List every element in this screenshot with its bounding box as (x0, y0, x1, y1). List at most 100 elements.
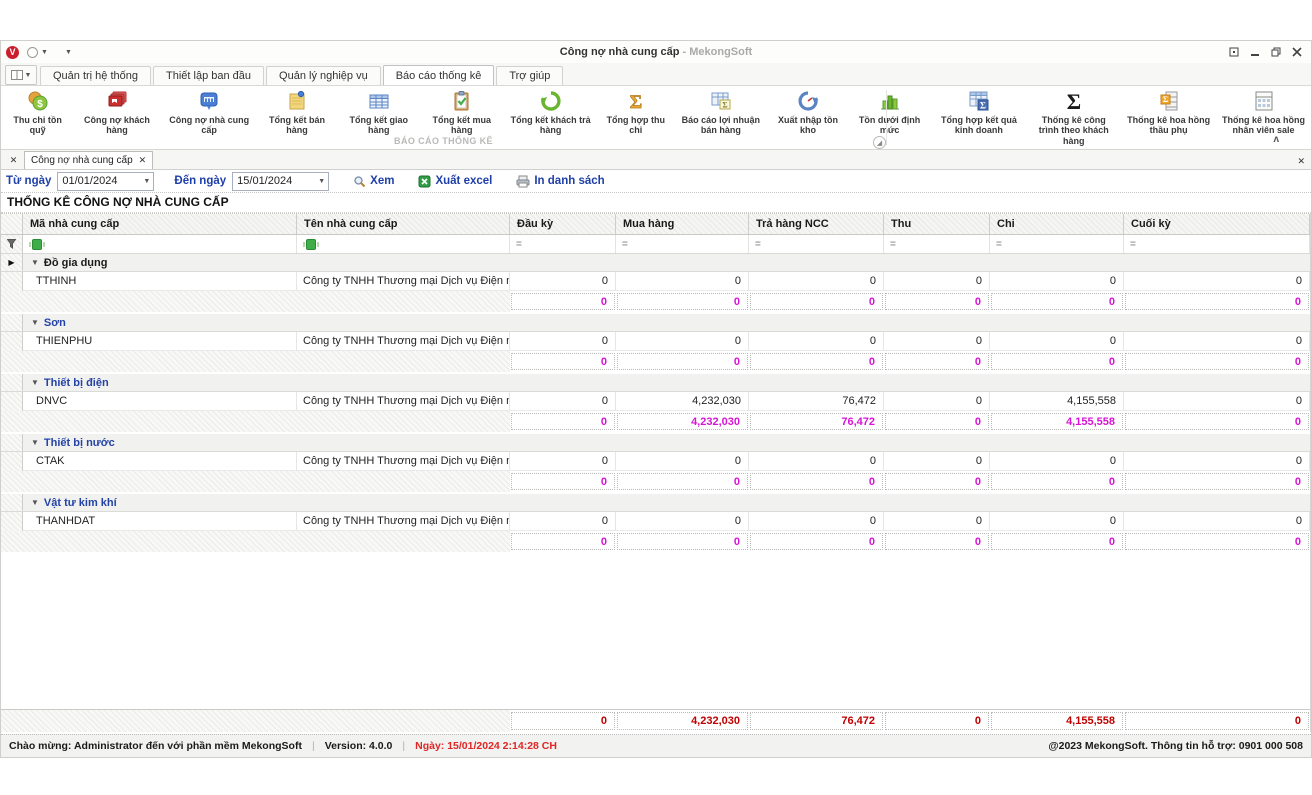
value-cell-0[interactable]: 0 (510, 452, 616, 471)
ribbon-item-2[interactable]: Công nợ nhà cung cấp (162, 86, 257, 136)
group-header-cell[interactable]: ▼Thiết bị điện (23, 374, 1310, 391)
tab-close-icon[interactable]: ✕ (139, 155, 147, 166)
document-tab-active[interactable]: Công nợ nhà cung cấp ✕ (24, 151, 153, 169)
ribbon-item-13[interactable]: ΣThống kê hoa hồng thầu phụ (1121, 86, 1216, 136)
supplier-name-cell[interactable]: Công ty TNHH Thương mại Dịch vụ Điện nướ… (297, 452, 510, 471)
value-cell-0[interactable]: 0 (510, 512, 616, 531)
value-cell-5[interactable]: 0 (1124, 392, 1310, 411)
to-date-input[interactable] (233, 175, 315, 187)
fullscreen-button[interactable] (1228, 46, 1240, 58)
filter-cell-7[interactable]: = (1124, 235, 1310, 253)
export-excel-button[interactable]: Xuất excel (418, 175, 492, 188)
value-cell-2[interactable]: 0 (749, 452, 884, 471)
group-header-row[interactable]: ▼Vật tư kim khí (1, 494, 1310, 512)
value-cell-5[interactable]: 0 (1124, 332, 1310, 351)
collapse-triangle-icon[interactable]: ▼ (31, 438, 39, 447)
group-header-row[interactable]: ▶▼Đồ gia dụng (1, 254, 1310, 272)
ribbon-item-3[interactable]: Tổng kết bán hàng (257, 86, 338, 136)
supplier-data-row[interactable]: THANHDATCông ty TNHH Thương mại Dịch vụ … (1, 512, 1310, 531)
value-cell-3[interactable]: 0 (884, 392, 990, 411)
supplier-data-row[interactable]: TTHINHCông ty TNHH Thương mại Dịch vụ Đi… (1, 272, 1310, 291)
ribbon-item-9[interactable]: Xuất nhập tồn kho (768, 86, 847, 136)
value-cell-4[interactable]: 0 (990, 332, 1124, 351)
value-cell-1[interactable]: 0 (616, 452, 749, 471)
ribbon-tab-4[interactable]: Trợ giúp (496, 66, 563, 85)
group-header-cell[interactable]: ▼Đồ gia dụng (23, 254, 1310, 271)
supplier-code-cell[interactable]: THANHDAT (23, 512, 297, 531)
group-header-row[interactable]: ▼Thiết bị điện (1, 374, 1310, 392)
quick-access-circle-icon[interactable] (27, 47, 38, 58)
ribbon-tab-3[interactable]: Báo cáo thống kê (383, 65, 495, 85)
collapse-triangle-icon[interactable]: ▼ (31, 318, 39, 327)
value-cell-3[interactable]: 0 (884, 272, 990, 291)
filter-cell-1[interactable] (297, 235, 510, 253)
supplier-code-cell[interactable]: THIENPHU (23, 332, 297, 351)
supplier-name-cell[interactable]: Công ty TNHH Thương mại Dịch vụ Điện nướ… (297, 272, 510, 291)
value-cell-5[interactable]: 0 (1124, 452, 1310, 471)
value-cell-2[interactable]: 0 (749, 512, 884, 531)
collapse-triangle-icon[interactable]: ▼ (31, 258, 39, 267)
group-header-cell[interactable]: ▼Vật tư kim khí (23, 494, 1310, 511)
value-cell-1[interactable]: 0 (616, 272, 749, 291)
group-header-cell[interactable]: ▼Thiết bị nước (23, 434, 1310, 451)
from-date-dropdown-icon[interactable]: ▼ (140, 178, 153, 185)
filter-cell-2[interactable]: = (510, 235, 616, 253)
filter-cell-6[interactable]: = (990, 235, 1124, 253)
value-cell-2[interactable]: 0 (749, 272, 884, 291)
column-header-3[interactable]: Mua hàng (616, 214, 749, 234)
quick-access-toolbar[interactable]: ▼ ▼ (27, 47, 72, 58)
value-cell-5[interactable]: 0 (1124, 512, 1310, 531)
group-header-cell[interactable]: ▼Sơn (23, 314, 1310, 331)
collapse-triangle-icon[interactable]: ▼ (31, 498, 39, 507)
print-button[interactable]: In danh sách (516, 175, 604, 188)
value-cell-2[interactable]: 0 (749, 332, 884, 351)
column-header-4[interactable]: Trả hàng NCC (749, 214, 884, 234)
collapse-triangle-icon[interactable]: ▼ (31, 378, 39, 387)
supplier-data-row[interactable]: CTAKCông ty TNHH Thương mại Dịch vụ Điện… (1, 452, 1310, 471)
value-cell-1[interactable]: 4,232,030 (616, 392, 749, 411)
column-header-7[interactable]: Cuối kỳ (1124, 214, 1310, 234)
supplier-code-cell[interactable]: CTAK (23, 452, 297, 471)
column-header-6[interactable]: Chi (990, 214, 1124, 234)
value-cell-4[interactable]: 0 (990, 452, 1124, 471)
supplier-code-cell[interactable]: TTHINH (23, 272, 297, 291)
from-date-input[interactable] (58, 175, 140, 187)
filter-cell-0[interactable] (23, 235, 297, 253)
to-date-picker[interactable]: ▼ (232, 172, 329, 191)
filter-cell-5[interactable]: = (884, 235, 990, 253)
filter-cell-3[interactable]: = (616, 235, 749, 253)
group-launcher-icon[interactable]: ◢ (873, 136, 886, 149)
ribbon-tab-0[interactable]: Quản trị hệ thống (40, 66, 151, 85)
ribbon-item-7[interactable]: ΣTổng hợp thu chi (598, 86, 673, 136)
value-cell-4[interactable]: 0 (990, 512, 1124, 531)
column-header-0[interactable]: Mã nhà cung cấp (23, 214, 297, 234)
ribbon-item-6[interactable]: Tổng kết khách trả hàng (503, 86, 598, 136)
column-header-2[interactable]: Đầu kỳ (510, 214, 616, 234)
filter-cell-4[interactable]: = (749, 235, 884, 253)
tabstrip-close-button[interactable]: ✕ (5, 153, 22, 168)
value-cell-5[interactable]: 0 (1124, 272, 1310, 291)
ribbon-item-0[interactable]: $Thu chi tồn quỹ (3, 86, 72, 136)
minimize-button[interactable] (1249, 46, 1261, 58)
value-cell-1[interactable]: 0 (616, 512, 749, 531)
supplier-data-row[interactable]: THIENPHUCông ty TNHH Thương mại Dịch vụ … (1, 332, 1310, 351)
ribbon-item-12[interactable]: ΣThống kê công trình theo khách hàng (1026, 86, 1121, 146)
ribbon-item-8[interactable]: ΣBáo cáo lợi nhuận bán hàng (673, 86, 768, 136)
supplier-name-cell[interactable]: Công ty TNHH Thương mại Dịch vụ Điện nướ… (297, 512, 510, 531)
to-date-dropdown-icon[interactable]: ▼ (315, 178, 328, 185)
value-cell-2[interactable]: 76,472 (749, 392, 884, 411)
ribbon-item-4[interactable]: Tổng kết giao hàng (337, 86, 420, 136)
supplier-data-row[interactable]: DNVCCông ty TNHH Thương mại Dịch vụ Điện… (1, 392, 1310, 411)
value-cell-3[interactable]: 0 (884, 332, 990, 351)
supplier-name-cell[interactable]: Công ty TNHH Thương mại Dịch vụ Điện nướ… (297, 332, 510, 351)
supplier-name-cell[interactable]: Công ty TNHH Thương mại Dịch vụ Điện nướ… (297, 392, 510, 411)
view-button[interactable]: Xem (353, 175, 394, 188)
value-cell-0[interactable]: 0 (510, 332, 616, 351)
restore-button[interactable] (1270, 46, 1282, 58)
app-menu-button[interactable]: ▼ (5, 65, 37, 85)
chevron-down-icon[interactable]: ▼ (41, 49, 48, 56)
value-cell-3[interactable]: 0 (884, 512, 990, 531)
group-header-row[interactable]: ▼Sơn (1, 314, 1310, 332)
value-cell-0[interactable]: 0 (510, 272, 616, 291)
tabstrip-right-close-button[interactable]: ✕ (1297, 156, 1305, 167)
